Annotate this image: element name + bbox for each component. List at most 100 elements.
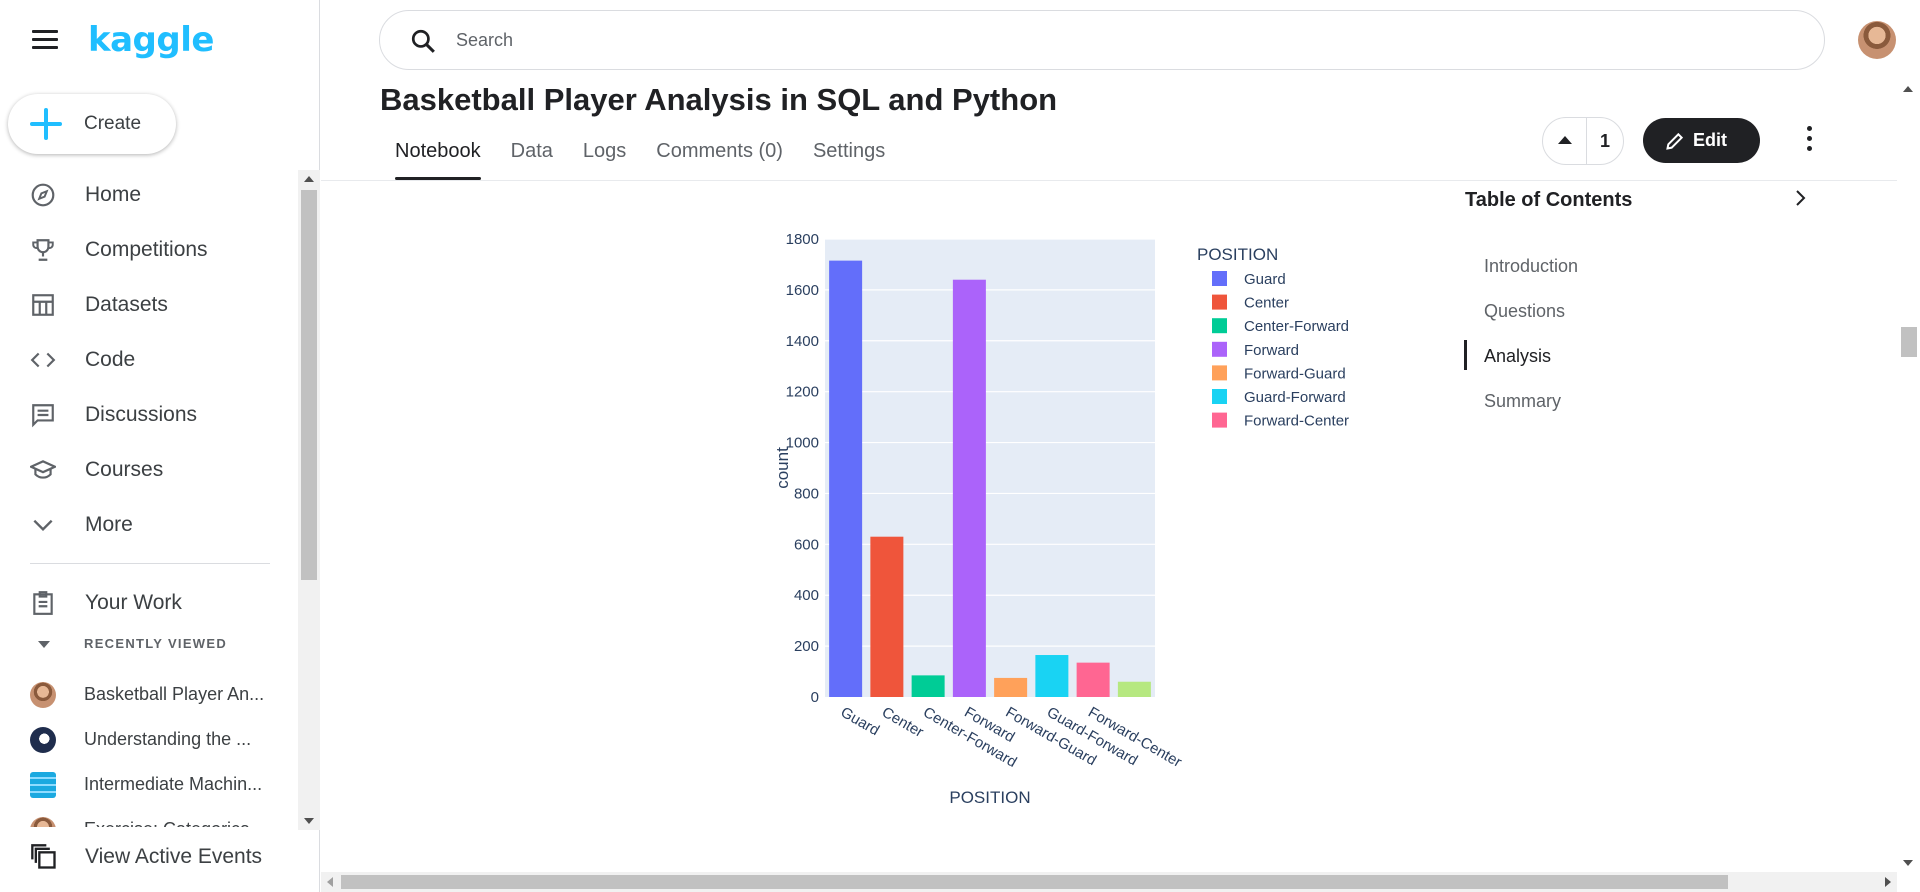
page-title: Basketball Player Analysis in SQL and Py…: [380, 82, 1058, 117]
y-tick-label: 400: [794, 587, 819, 604]
x-axis-label: POSITION: [949, 788, 1030, 807]
sidebar-item-label: More: [85, 512, 133, 536]
legend-item-label: Guard: [1244, 271, 1286, 288]
more-options-icon[interactable]: [1801, 126, 1817, 156]
school-icon: [30, 460, 56, 479]
vote-count: 1: [1599, 130, 1610, 151]
scroll-down-arrow-icon[interactable]: [1903, 860, 1913, 866]
y-tick-label: 200: [794, 638, 819, 655]
sidebar-item-more[interactable]: More: [0, 497, 300, 552]
bar: [911, 675, 945, 697]
tab-comments[interactable]: Comments (0): [641, 130, 798, 180]
scrollbar-thumb[interactable]: [341, 875, 1728, 889]
compass-icon: [31, 183, 55, 207]
y-tick-label: 600: [794, 536, 819, 553]
search-input[interactable]: [456, 25, 1756, 55]
legend-swatch: [1212, 318, 1227, 334]
header-divider: [321, 180, 1897, 181]
sidebar-item-label: Datasets: [85, 292, 168, 316]
sidebar-item-competitions[interactable]: Competitions: [0, 222, 300, 277]
legend-swatch: [1212, 389, 1227, 404]
clipboard-icon: [33, 591, 53, 615]
bar: [1117, 681, 1151, 697]
sidebar-item-label: Competitions: [85, 237, 208, 261]
view-active-events-button[interactable]: View Active Events: [0, 833, 320, 881]
y-tick-label: 0: [811, 689, 819, 706]
create-label: Create: [84, 113, 142, 134]
kaggle-logo[interactable]: kaggle: [88, 20, 214, 60]
toc-item-introduction[interactable]: Introduction: [1484, 256, 1578, 277]
scrollbar-thumb[interactable]: [301, 190, 317, 580]
sidebar-item-home[interactable]: Home: [0, 167, 300, 222]
search-bar[interactable]: [379, 10, 1825, 70]
sidebar-item-code[interactable]: Code: [0, 332, 300, 387]
code-icon: [30, 352, 56, 368]
toc-title: Table of Contents: [1465, 189, 1633, 211]
comment-icon: [32, 404, 54, 428]
recent-item[interactable]: Basketball Player An...: [0, 672, 300, 717]
plus-icon: [30, 108, 62, 140]
recently-viewed-label: RECENTLY VIEWED: [84, 636, 228, 651]
sidebar-header: kaggle: [0, 0, 320, 84]
legend-item-label: Forward-Guard: [1244, 365, 1346, 382]
tab-settings[interactable]: Settings: [798, 130, 900, 180]
left-sidebar: kaggle Create Home Competitions Datasets…: [0, 0, 320, 892]
scroll-left-arrow-icon[interactable]: [327, 877, 333, 887]
chevron-right-icon[interactable]: [1790, 188, 1810, 208]
toc-item-summary[interactable]: Summary: [1484, 391, 1561, 412]
bar: [870, 536, 904, 697]
tab-notebook[interactable]: Notebook: [380, 130, 496, 180]
legend-item-label: Forward-Center: [1244, 413, 1349, 430]
pencil-icon: [1666, 132, 1684, 150]
page-horizontal-scrollbar[interactable]: [321, 872, 1897, 892]
tab-logs[interactable]: Logs: [568, 130, 641, 180]
recent-item[interactable]: Exercise: Categorica...: [0, 807, 300, 827]
toc-item-analysis[interactable]: Analysis: [1484, 346, 1551, 367]
edit-button[interactable]: Edit: [1643, 118, 1760, 163]
user-avatar[interactable]: [1858, 21, 1896, 59]
hamburger-menu-icon[interactable]: [32, 30, 58, 50]
x-tick-label: Guard: [838, 704, 883, 740]
toc-active-indicator: [1464, 340, 1467, 370]
toc-item-questions[interactable]: Questions: [1484, 301, 1565, 322]
scrollbar-thumb[interactable]: [1901, 327, 1917, 357]
sidebar-item-discussions[interactable]: Discussions: [0, 387, 300, 442]
y-tick-label: 1200: [786, 384, 819, 401]
scroll-up-arrow-icon[interactable]: [304, 176, 314, 182]
sidebar-item-datasets[interactable]: Datasets: [0, 277, 300, 332]
sidebar-item-label: Discussions: [85, 402, 198, 426]
page-vertical-scrollbar[interactable]: [1897, 80, 1920, 872]
bar: [1035, 655, 1069, 697]
position-count-bar-chart: 020040060080010001200140016001800GuardCe…: [773, 231, 1349, 807]
sidebar-scrollbar[interactable]: [298, 170, 320, 830]
bar: [994, 677, 1028, 697]
sidebar-item-courses[interactable]: Courses: [0, 442, 300, 497]
course-icon: [30, 772, 56, 798]
notebook-tabs: Notebook Data Logs Comments (0) Settings: [380, 130, 900, 180]
bar: [829, 260, 863, 697]
legend-swatch: [1212, 271, 1227, 286]
y-tick-label: 1400: [786, 333, 819, 350]
recent-item[interactable]: Understanding the ...: [0, 717, 300, 762]
chevron-down-icon: [33, 519, 53, 532]
create-button[interactable]: Create: [8, 94, 176, 154]
recently-viewed-header[interactable]: RECENTLY VIEWED: [0, 629, 300, 659]
scroll-right-arrow-icon[interactable]: [1885, 877, 1891, 887]
edit-label: Edit: [1693, 130, 1727, 150]
tab-data[interactable]: Data: [496, 130, 568, 180]
sidebar-item-your-work[interactable]: Your Work: [0, 575, 300, 630]
recent-item-label: Basketball Player An...: [84, 684, 265, 704]
legend-swatch: [1212, 412, 1227, 428]
scroll-up-arrow-icon[interactable]: [1903, 86, 1913, 92]
legend-swatch: [1212, 341, 1227, 357]
scroll-down-arrow-icon[interactable]: [304, 818, 314, 824]
sidebar-nav: Home Competitions Datasets Code Discussi…: [0, 167, 300, 827]
kaggle-app: kaggle Create Home Competitions Datasets…: [0, 0, 1920, 892]
y-tick-label: 1600: [786, 282, 819, 299]
recent-item-label: Intermediate Machin...: [84, 774, 263, 794]
recent-item[interactable]: Intermediate Machin...: [0, 762, 300, 807]
legend-item-label: Center: [1244, 295, 1289, 312]
sidebar-divider: [30, 563, 270, 564]
table-icon: [32, 294, 54, 316]
upvote-button[interactable]: [1543, 118, 1587, 164]
